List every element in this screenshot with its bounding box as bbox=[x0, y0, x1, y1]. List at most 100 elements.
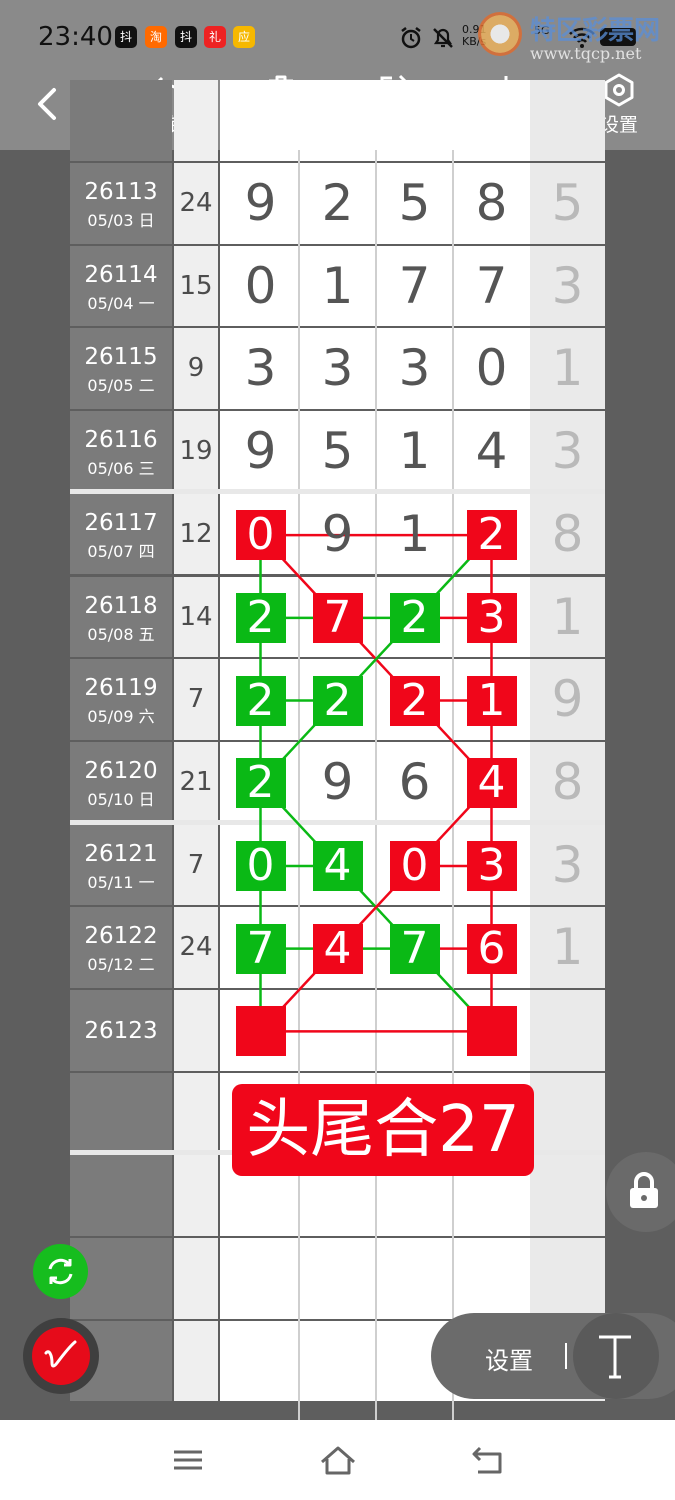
issue-cell: 26115 05/05 二 bbox=[70, 328, 172, 410]
app-screen: 23:40 抖 淘 抖 礼 应 0.91 KB/s 5G 特区彩票网 www.t… bbox=[0, 0, 675, 1500]
issue-cell: 26117 05/07 四 bbox=[70, 493, 172, 575]
alarm-icon bbox=[401, 27, 421, 49]
return-icon bbox=[472, 1446, 502, 1474]
sum-cell: 7 bbox=[174, 659, 218, 740]
tail-cell bbox=[530, 1155, 605, 1237]
sum-cell: 15 bbox=[174, 245, 218, 327]
issue-number: 26117 bbox=[84, 509, 158, 536]
issue-number: 26118 bbox=[84, 592, 158, 619]
issue-cell: 26119 05/09 六 bbox=[70, 659, 172, 740]
draw-digit: 9 bbox=[244, 174, 277, 232]
sum-cell: 14 bbox=[174, 576, 218, 658]
text-tool-button[interactable] bbox=[573, 1313, 659, 1399]
tail-digit: 8 bbox=[551, 504, 584, 563]
issue-number: 26123 bbox=[84, 1018, 158, 1044]
tail-cell: 8 bbox=[530, 741, 605, 823]
tail-cell bbox=[530, 1238, 605, 1319]
refresh-button[interactable] bbox=[33, 1244, 88, 1299]
sum-cell bbox=[174, 990, 218, 1071]
text-tool-icon bbox=[599, 1335, 631, 1379]
draw-digit bbox=[299, 990, 376, 1071]
issue-cell: 26123 bbox=[70, 990, 172, 1071]
tail-digit: 1 bbox=[551, 339, 584, 398]
issue-cell: 26121 05/11 一 bbox=[70, 824, 172, 906]
issue-number: 26121 bbox=[84, 840, 158, 867]
issue-date: 05/04 一 bbox=[87, 293, 155, 313]
marked-digit-box: 0 bbox=[235, 510, 286, 561]
home-icon bbox=[321, 1446, 355, 1475]
lock-icon bbox=[630, 1172, 658, 1208]
sum-cell bbox=[174, 1320, 218, 1402]
back-nav-button[interactable] bbox=[466, 1440, 510, 1480]
sum-cell bbox=[174, 80, 218, 161]
tail-digit: 9 bbox=[551, 670, 584, 729]
sum-cell: 9 bbox=[174, 328, 218, 410]
pen-stroke-icon bbox=[44, 1340, 77, 1368]
draw-digit: 4 bbox=[475, 422, 508, 481]
pill-divider bbox=[565, 1343, 567, 1369]
tail-digit bbox=[530, 990, 605, 1071]
draw-digit: 1 bbox=[321, 256, 354, 315]
tail-cell: 5 bbox=[530, 163, 605, 244]
issue-cell: 26114 05/04 一 bbox=[70, 245, 172, 327]
sum-cell: 21 bbox=[174, 741, 218, 823]
issue-date: 05/03 日 bbox=[87, 211, 155, 230]
digit-area-cell bbox=[220, 80, 530, 161]
floating-settings-pill[interactable]: 设置 bbox=[431, 1313, 675, 1399]
draw-digit: 1 bbox=[398, 504, 431, 563]
sum-cell: 12 bbox=[174, 493, 218, 575]
issue-number: 26119 bbox=[84, 675, 158, 702]
issue-cell bbox=[70, 80, 172, 161]
marked-digit-box: 2 bbox=[466, 510, 517, 561]
marked-digit-box: 2 bbox=[312, 675, 363, 726]
draw-digit bbox=[376, 990, 453, 1071]
watermark-title: 特区彩票网 bbox=[530, 16, 661, 46]
status-time: 23:40 bbox=[38, 22, 113, 52]
menu-nav-button[interactable] bbox=[166, 1440, 210, 1480]
issue-number: 26115 bbox=[84, 344, 158, 371]
draw-digit: 1 bbox=[398, 422, 431, 481]
issue-number: 26122 bbox=[84, 923, 158, 950]
floating-settings-label[interactable]: 设置 bbox=[485, 1341, 533, 1376]
back-arrow-icon bbox=[38, 88, 56, 120]
tail-cell: 1 bbox=[530, 907, 605, 988]
douyin-app-icon-2: 抖 bbox=[175, 26, 197, 48]
pen-button[interactable] bbox=[23, 1318, 99, 1394]
home-nav-button[interactable] bbox=[316, 1440, 360, 1480]
draw-digit: 9 bbox=[244, 422, 277, 481]
sum-cell bbox=[174, 1072, 218, 1154]
draw-digit: 7 bbox=[475, 256, 508, 315]
marked-digit-box: 2 bbox=[389, 675, 440, 726]
back-button[interactable] bbox=[28, 80, 68, 130]
sum-cell bbox=[174, 1155, 218, 1237]
sum-cell: 19 bbox=[174, 411, 218, 492]
watermark-logo bbox=[478, 12, 522, 56]
issue-date: 05/09 六 bbox=[87, 707, 155, 727]
tail-cell: 1 bbox=[530, 328, 605, 410]
pen-button-inner bbox=[32, 1327, 90, 1385]
marked-digit-box: 4 bbox=[312, 840, 363, 891]
issue-date: 05/07 四 bbox=[87, 541, 155, 561]
tail-digit: 1 bbox=[551, 918, 584, 977]
douyin-app-icon: 抖 bbox=[115, 26, 137, 48]
draw-digit: 0 bbox=[244, 256, 277, 315]
tail-digit: 3 bbox=[551, 422, 584, 481]
sum-cell: 24 bbox=[174, 163, 218, 244]
issue-cell: 26118 05/08 五 bbox=[70, 576, 172, 658]
chart-grid[interactable]: 26113 05/03 日 24 5 26114 05/04 一 15 3 26115 05/05… bbox=[70, 80, 605, 1420]
tail-cell: 9 bbox=[530, 659, 605, 740]
tail-digit: 1 bbox=[551, 587, 584, 646]
lock-button[interactable] bbox=[606, 1152, 675, 1232]
tail-cell: 1 bbox=[530, 576, 605, 658]
draw-digit: 9 bbox=[321, 752, 354, 811]
issue-cell: 26113 05/03 日 bbox=[70, 163, 172, 244]
tail-cell: 8 bbox=[530, 493, 605, 575]
marked-digit-box bbox=[466, 1006, 517, 1057]
draw-digit: 0 bbox=[475, 339, 508, 398]
marked-digit-box bbox=[235, 1006, 286, 1057]
tail-cell: 3 bbox=[530, 824, 605, 906]
marked-digit-box: 4 bbox=[466, 758, 517, 809]
issue-cell bbox=[70, 1072, 172, 1154]
marked-digit-box: 3 bbox=[466, 592, 517, 643]
issue-date: 05/11 一 bbox=[87, 872, 155, 892]
